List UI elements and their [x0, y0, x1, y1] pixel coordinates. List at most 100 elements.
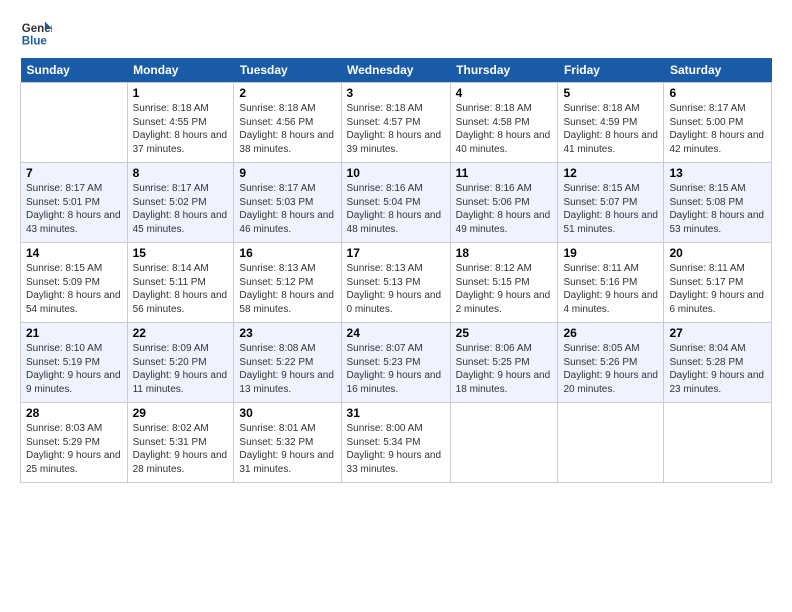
date-number: 13 [669, 166, 766, 180]
date-number: 4 [456, 86, 553, 100]
calendar-cell: 28 Sunrise: 8:03 AMSunset: 5:29 PMDayligh… [21, 403, 128, 483]
cell-info: Sunrise: 8:04 AMSunset: 5:28 PMDaylight:… [669, 342, 766, 396]
cell-info: Sunrise: 8:11 AMSunset: 5:16 PMDaylight:… [563, 262, 658, 316]
date-number: 5 [563, 86, 658, 100]
day-header-wednesday: Wednesday [341, 58, 450, 83]
calendar-cell: 8 Sunrise: 8:17 AMSunset: 5:02 PMDaylight… [127, 163, 234, 243]
week-row-4: 21Sunrise: 8:10 AMSunset: 5:19 PMDayligh… [21, 323, 772, 403]
date-number: 7 [26, 166, 122, 180]
cell-info: Sunrise: 8:18 AMSunset: 4:56 PMDaylight:… [239, 102, 335, 156]
calendar-cell: 30Sunrise: 8:01 AMSunset: 5:32 PMDayligh… [234, 403, 341, 483]
date-number: 8 [133, 166, 229, 180]
calendar-cell: 17Sunrise: 8:13 AMSunset: 5:13 PMDayligh… [341, 243, 450, 323]
day-header-tuesday: Tuesday [234, 58, 341, 83]
date-number: 21 [26, 326, 122, 340]
date-number: 17 [347, 246, 445, 260]
cell-info: Sunrise: 8:16 AMSunset: 5:06 PMDaylight:… [456, 182, 553, 236]
date-number: 11 [456, 166, 553, 180]
calendar-cell: 4 Sunrise: 8:18 AMSunset: 4:58 PMDaylight… [450, 83, 558, 163]
calendar-cell: 6 Sunrise: 8:17 AMSunset: 5:00 PMDaylight… [664, 83, 772, 163]
date-number: 12 [563, 166, 658, 180]
cell-info: Sunrise: 8:18 AMSunset: 4:58 PMDaylight:… [456, 102, 553, 156]
date-number: 24 [347, 326, 445, 340]
cell-info: Sunrise: 8:15 AMSunset: 5:09 PMDaylight:… [26, 262, 122, 316]
calendar-cell: 1Sunrise: 8:18 AMSunset: 4:55 PMDaylight… [127, 83, 234, 163]
cell-info: Sunrise: 8:16 AMSunset: 5:04 PMDaylight:… [347, 182, 445, 236]
calendar-cell: 16Sunrise: 8:13 AMSunset: 5:12 PMDayligh… [234, 243, 341, 323]
calendar-cell: 12 Sunrise: 8:15 AMSunset: 5:07 PMDayligh… [558, 163, 664, 243]
cell-info: Sunrise: 8:03 AMSunset: 5:29 PMDaylight:… [26, 422, 122, 476]
cell-info: Sunrise: 8:07 AMSunset: 5:23 PMDaylight:… [347, 342, 445, 396]
cell-info: Sunrise: 8:09 AMSunset: 5:20 PMDaylight:… [133, 342, 229, 396]
date-number: 28 [26, 406, 122, 420]
calendar-cell: 25 Sunrise: 8:06 AMSunset: 5:25 PMDayligh… [450, 323, 558, 403]
date-number: 1 [133, 86, 229, 100]
calendar-cell: 19 Sunrise: 8:11 AMSunset: 5:16 PMDayligh… [558, 243, 664, 323]
week-row-1: 1Sunrise: 8:18 AMSunset: 4:55 PMDaylight… [21, 83, 772, 163]
svg-text:Blue: Blue [22, 36, 48, 48]
calendar-cell: 18 Sunrise: 8:12 AMSunset: 5:15 PMDayligh… [450, 243, 558, 323]
date-number: 25 [456, 326, 553, 340]
cell-info: Sunrise: 8:01 AMSunset: 5:32 PMDaylight:… [239, 422, 335, 476]
day-header-monday: Monday [127, 58, 234, 83]
calendar-cell: 21Sunrise: 8:10 AMSunset: 5:19 PMDayligh… [21, 323, 128, 403]
date-number: 27 [669, 326, 766, 340]
calendar-cell: 31Sunrise: 8:00 AMSunset: 5:34 PMDayligh… [341, 403, 450, 483]
day-header-thursday: Thursday [450, 58, 558, 83]
calendar-cell: 13 Sunrise: 8:15 AMSunset: 5:08 PMDayligh… [664, 163, 772, 243]
date-number: 15 [133, 246, 229, 260]
cell-info: Sunrise: 8:14 AMSunset: 5:11 PMDaylight:… [133, 262, 229, 316]
date-number: 19 [563, 246, 658, 260]
date-number: 3 [347, 86, 445, 100]
cell-info: Sunrise: 8:18 AMSunset: 4:57 PMDaylight:… [347, 102, 445, 156]
cell-info: Sunrise: 8:12 AMSunset: 5:15 PMDaylight:… [456, 262, 553, 316]
calendar-cell: 9 Sunrise: 8:17 AMSunset: 5:03 PMDaylight… [234, 163, 341, 243]
calendar-cell: 22 Sunrise: 8:09 AMSunset: 5:20 PMDayligh… [127, 323, 234, 403]
date-number: 22 [133, 326, 229, 340]
calendar-cell: 27 Sunrise: 8:04 AMSunset: 5:28 PMDayligh… [664, 323, 772, 403]
cell-info: Sunrise: 8:15 AMSunset: 5:08 PMDaylight:… [669, 182, 766, 236]
date-number: 9 [239, 166, 335, 180]
cell-info: Sunrise: 8:17 AMSunset: 5:02 PMDaylight:… [133, 182, 229, 236]
cell-info: Sunrise: 8:11 AMSunset: 5:17 PMDaylight:… [669, 262, 766, 316]
calendar-table: SundayMondayTuesdayWednesdayThursdayFrid… [20, 58, 772, 483]
date-number: 6 [669, 86, 766, 100]
cell-info: Sunrise: 8:15 AMSunset: 5:07 PMDaylight:… [563, 182, 658, 236]
week-row-2: 7 Sunrise: 8:17 AMSunset: 5:01 PMDaylight… [21, 163, 772, 243]
date-number: 29 [133, 406, 229, 420]
week-row-5: 28 Sunrise: 8:03 AMSunset: 5:29 PMDayligh… [21, 403, 772, 483]
cell-info: Sunrise: 8:13 AMSunset: 5:12 PMDaylight:… [239, 262, 335, 316]
cell-info: Sunrise: 8:17 AMSunset: 5:00 PMDaylight:… [669, 102, 766, 156]
calendar-cell: 15 Sunrise: 8:14 AMSunset: 5:11 PMDayligh… [127, 243, 234, 323]
date-number: 18 [456, 246, 553, 260]
calendar-cell: 7 Sunrise: 8:17 AMSunset: 5:01 PMDaylight… [21, 163, 128, 243]
calendar-cell: 5 Sunrise: 8:18 AMSunset: 4:59 PMDaylight… [558, 83, 664, 163]
calendar-cell: 24 Sunrise: 8:07 AMSunset: 5:23 PMDayligh… [341, 323, 450, 403]
calendar-cell: 11 Sunrise: 8:16 AMSunset: 5:06 PMDayligh… [450, 163, 558, 243]
date-number: 14 [26, 246, 122, 260]
cell-info: Sunrise: 8:17 AMSunset: 5:01 PMDaylight:… [26, 182, 122, 236]
logo: General Blue [20, 18, 52, 50]
cell-info: Sunrise: 8:18 AMSunset: 4:59 PMDaylight:… [563, 102, 658, 156]
cell-info: Sunrise: 8:05 AMSunset: 5:26 PMDaylight:… [563, 342, 658, 396]
calendar-cell: 3 Sunrise: 8:18 AMSunset: 4:57 PMDaylight… [341, 83, 450, 163]
calendar-cell: 10 Sunrise: 8:16 AMSunset: 5:04 PMDayligh… [341, 163, 450, 243]
date-number: 2 [239, 86, 335, 100]
day-header-sunday: Sunday [21, 58, 128, 83]
cell-info: Sunrise: 8:08 AMSunset: 5:22 PMDaylight:… [239, 342, 335, 396]
cell-info: Sunrise: 8:17 AMSunset: 5:03 PMDaylight:… [239, 182, 335, 236]
logo-icon: General Blue [20, 18, 52, 50]
calendar-cell [664, 403, 772, 483]
date-number: 10 [347, 166, 445, 180]
day-header-saturday: Saturday [664, 58, 772, 83]
calendar-cell: 23Sunrise: 8:08 AMSunset: 5:22 PMDayligh… [234, 323, 341, 403]
date-number: 20 [669, 246, 766, 260]
date-number: 26 [563, 326, 658, 340]
cell-info: Sunrise: 8:02 AMSunset: 5:31 PMDaylight:… [133, 422, 229, 476]
header: General Blue [20, 18, 772, 50]
calendar-cell [450, 403, 558, 483]
cell-info: Sunrise: 8:06 AMSunset: 5:25 PMDaylight:… [456, 342, 553, 396]
cell-info: Sunrise: 8:00 AMSunset: 5:34 PMDaylight:… [347, 422, 445, 476]
calendar-cell [558, 403, 664, 483]
header-row: SundayMondayTuesdayWednesdayThursdayFrid… [21, 58, 772, 83]
